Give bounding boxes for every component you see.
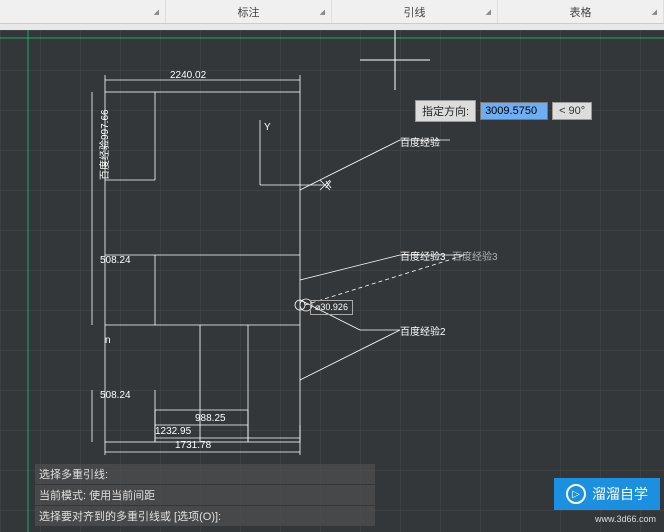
leader-text-3b: 百度经验3 [452,248,498,263]
ribbon-tab-annotation[interactable]: 标注 ◢ [166,0,332,23]
ribbon-tab-leader[interactable]: 引线 ◢ [332,0,498,23]
dim-bottom1: 988.25 [195,413,226,424]
expand-icon: ◢ [652,8,657,16]
cmd-line-3[interactable]: 选择要对齐到的多重引线或 [选项(O)]: [35,506,375,526]
diameter-label: ⌀30.926 [310,300,353,315]
ribbon-bar: ◢ 标注 ◢ 引线 ◢ 表格 ◢ [0,0,664,24]
dim-508-2: 508.24 [100,390,131,401]
leader-text-1: 百度经验 [400,134,440,149]
brand-url: www.3d66.com [595,514,656,524]
dim-508-1: 508.24 [100,255,131,266]
direction-value-input[interactable]: 3009.5750 [480,102,548,120]
cmd-line-1: 选择多重引线: [35,464,375,484]
dim-bottom2: 1232.95 [155,426,191,437]
brand-name: 溜溜自学 [592,484,648,504]
axis-y: Y [264,122,271,133]
expand-icon: ◢ [486,8,491,16]
direction-label: 指定方向: [415,100,476,122]
leader-text-2: 百度经验2 [400,323,446,338]
ribbon-tab-empty[interactable]: ◢ [0,0,166,23]
dim-n: n [105,335,111,346]
leader-text-3a: 百度经验3 [400,248,446,263]
cmd-line-2: 当前模式: 使用当前间距 [35,485,375,505]
ribbon-tab-table[interactable]: 表格 ◢ [498,0,664,23]
direction-input-overlay: 指定方向: 3009.5750 < 90° [415,100,592,122]
dim-bottom3: 1731.78 [175,440,211,451]
command-area: 选择多重引线: 当前模式: 使用当前间距 选择要对齐到的多重引线或 [选项(O)… [35,463,375,526]
axis-x: X [325,180,332,191]
drawing-canvas[interactable]: 2240.02 百度经验997.66 508.24 508.24 988.25 … [0,30,664,532]
play-icon: ▷ [566,484,586,504]
dim-left-height: 百度经验997.66 [96,109,111,180]
dim-top: 2240.02 [170,70,206,81]
brand-logo: ▷ 溜溜自学 [554,478,660,510]
expand-icon: ◢ [320,8,325,16]
direction-angle: < 90° [552,102,592,120]
expand-icon: ◢ [154,8,159,16]
